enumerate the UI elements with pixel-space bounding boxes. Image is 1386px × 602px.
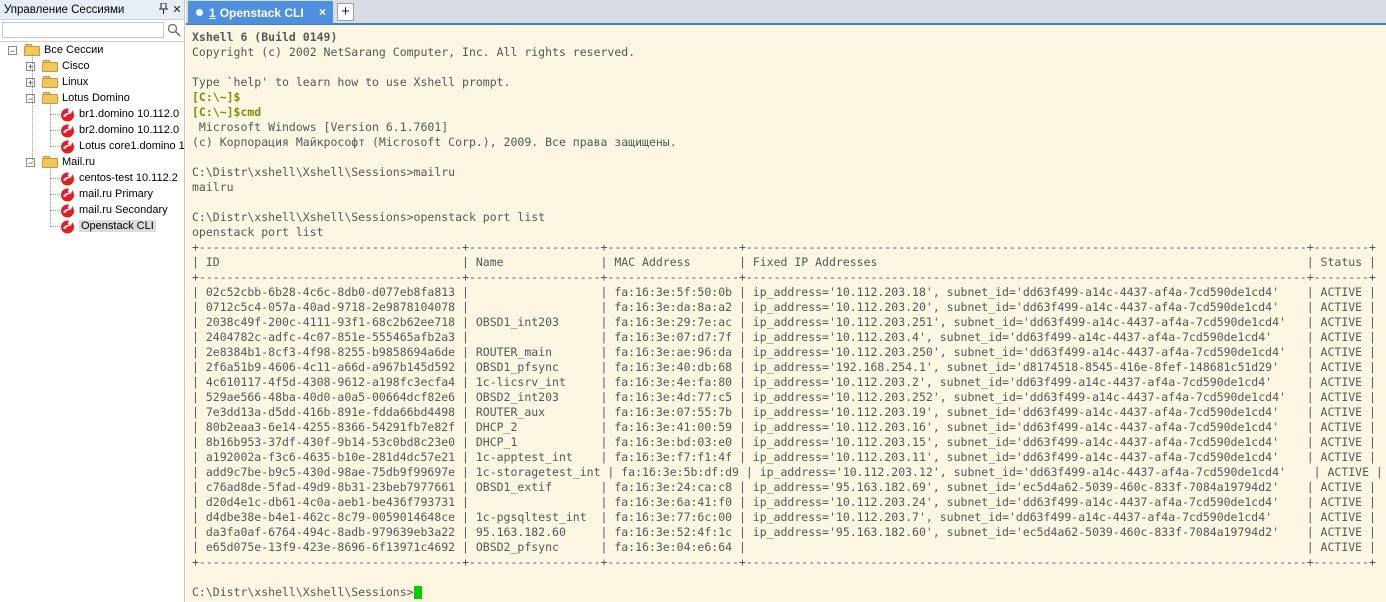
close-icon[interactable]: ✕ (170, 3, 184, 16)
terminal-line: | 4c610117-4f5d-4308-9612-a198fc3ecfa4 |… (192, 375, 1376, 389)
tree-item-label: Cisco (62, 60, 90, 72)
terminal-line: Xshell 6 (Build 0149) (192, 30, 338, 44)
tree-connector (50, 210, 60, 211)
folder-icon (42, 60, 58, 72)
session-icon (60, 171, 75, 186)
terminal-line: | 8b16b953-37df-430f-9b14-53c0bd8c23e0 |… (192, 435, 1376, 449)
session-icon (60, 187, 75, 202)
terminal-output[interactable]: Xshell 6 (Build 0149) Copyright (c) 2002 … (186, 25, 1386, 602)
session-icon (60, 107, 75, 122)
expand-icon[interactable]: + (26, 62, 35, 72)
tree-connector (50, 146, 60, 147)
terminal-line: | 2038c49f-200c-4111-93f1-68c2b62ee718 |… (192, 315, 1376, 329)
terminal-line: openstack port list (192, 225, 324, 239)
tree-session-lotus-core1-domino-1[interactable]: Lotus core1.domino 1 (60, 138, 185, 154)
connected-status-icon (196, 9, 203, 16)
session-icon (60, 139, 75, 154)
terminal-line: | 0712c5c4-057a-40ad-9718-2e9878104078 |… (192, 300, 1376, 314)
tree-connector (50, 194, 60, 195)
add-tab-button[interactable]: + (337, 3, 354, 21)
tree-folder-linux[interactable]: Linux (42, 74, 88, 90)
tree-item-label: Linux (62, 76, 89, 88)
session-icon (60, 203, 75, 218)
terminal-line: | 7e3dd13a-d5dd-416b-891e-fdda66bd4498 |… (192, 405, 1376, 419)
terminal-line: | d20d4e1c-db61-4c0a-aeb1-be436f793731 |… (192, 495, 1376, 509)
tab-label: Openstack CLI (219, 5, 304, 20)
tree-folder-cisco[interactable]: Cisco (42, 58, 90, 74)
session-search-input[interactable] (2, 22, 164, 38)
folder-icon (42, 76, 58, 88)
tree-item-label: br2.domino 10.112.0 (79, 124, 180, 136)
terminal-line: Copyright (c) 2002 NetSarang Computer, I… (192, 45, 636, 59)
terminal-line: | 2f6a51b9-4606-4c11-a66d-a967b145d592 |… (192, 360, 1376, 374)
collapse-icon[interactable]: − (8, 46, 17, 56)
terminal-line: Microsoft Windows [Version 6.1.7601] (192, 120, 449, 134)
terminal-line: | 2e8384b1-8cf3-4f98-8255-b9858694a6de |… (192, 345, 1376, 359)
terminal-line: | 80b2eaa3-6e14-4255-8366-54291fb7e82f |… (192, 420, 1376, 434)
tab-close-icon[interactable]: × (319, 5, 326, 19)
tree-connector (50, 114, 60, 115)
tree-item-label: centos-test 10.112.2 (79, 172, 178, 184)
terminal-line: | a192002a-f3c6-4635-b10e-281d4dc57e21 |… (192, 450, 1376, 464)
terminal-line: Type `help' to learn how to use Xshell p… (192, 75, 511, 89)
session-search (0, 20, 184, 42)
terminal-line: (c) Корпорация Майкрософт (Microsoft Cor… (192, 135, 677, 149)
terminal-line: | 529ae566-48ba-40d0-a0a5-00664dcf82e6 |… (192, 390, 1376, 404)
terminal-line: [C:\~]$ (192, 90, 241, 104)
search-icon[interactable] (167, 23, 181, 37)
pin-icon[interactable] (156, 2, 170, 17)
collapse-icon[interactable]: − (26, 94, 35, 104)
tree-session-mail-ru-primary[interactable]: mail.ru Primary (60, 186, 153, 202)
terminal-line: | 2404782c-adfc-4c07-851e-555465afb2a3 |… (192, 330, 1376, 344)
tree-item-label: Lotus Domino (62, 92, 130, 104)
terminal-line: C:\Distr\xshell\Xshell\Sessions>openstac… (192, 210, 546, 224)
session-icon (60, 219, 75, 234)
tree-session-openstack-cli[interactable]: Openstack CLI (60, 218, 156, 234)
tree-connector (50, 102, 51, 146)
tab-number: 1 (209, 5, 216, 20)
terminal-line: | da3fa0af-6764-494c-8adb-979639eb3a22 |… (192, 525, 1376, 539)
terminal-line: C:\Distr\xshell\Xshell\Sessions>mailru (192, 165, 456, 179)
tab-openstack-cli[interactable]: 1 Openstack CLI × (188, 1, 333, 24)
terminal-line: | d4dbe38e-b4e1-462c-8c79-0059014648ce |… (192, 510, 1376, 524)
session-icon (60, 123, 75, 138)
tree-connector (50, 226, 60, 227)
tree-connector (32, 54, 33, 162)
tree-connector (50, 130, 60, 131)
session-manager-panel: Управление Сессиями ✕ Все Сессии − Cisco + L… (0, 0, 185, 602)
terminal-line: | c76ad8de-5fad-49d9-8b31-23beb7977661 |… (192, 480, 1376, 494)
tree-item-label: br1.domino 10.112.0 (79, 108, 180, 120)
terminal-line: | 02c52cbb-6b28-4c6c-8db0-d077eb8fa813 |… (192, 285, 1376, 299)
tree-folder-lotus-domino[interactable]: Lotus Domino (42, 90, 130, 106)
tree-item-label: Mail.ru (62, 156, 96, 168)
terminal-line: [C:\~]$cmd (192, 105, 262, 119)
tab-bar: 1 Openstack CLI × + (186, 0, 1386, 25)
session-manager-title: Управление Сессиями (4, 3, 125, 16)
terminal-line: +--------------------------------------+… (192, 555, 1376, 569)
tree-session-br2-domino-10-112-0[interactable]: br2.domino 10.112.0 (60, 122, 179, 138)
tree-item-label: Все Сессии (44, 44, 104, 56)
tree-session-mail-ru-secondary[interactable]: mail.ru Secondary (60, 202, 168, 218)
terminal-line: +--------------------------------------+… (192, 270, 1376, 284)
expand-icon[interactable]: + (26, 78, 35, 88)
terminal-line: C:\Distr\xshell\Xshell\Sessions> (192, 585, 414, 599)
tree-item-label: mail.ru Secondary (79, 204, 168, 216)
tree-session-br1-domino-10-112-0[interactable]: br1.domino 10.112.0 (60, 106, 179, 122)
tree-item-label: mail.ru Primary (79, 188, 153, 200)
session-manager-header: Управление Сессиями ✕ (0, 0, 184, 20)
terminal-line: | ID | Name | MAC Address | Fixed IP Add… (192, 255, 1376, 269)
terminal-line: mailru (192, 180, 234, 194)
terminal-cursor (414, 586, 423, 599)
terminal-line: | add9c7be-b9c5-430d-98ae-75db9f99697e |… (192, 465, 1383, 479)
tree-root-all-sessions[interactable]: Все Сессии (24, 42, 103, 58)
tree-item-label: Lotus core1.domino 1 (79, 140, 185, 152)
tree-connector (50, 166, 51, 226)
collapse-icon[interactable]: − (26, 158, 35, 168)
tree-connector (50, 178, 60, 179)
terminal-line: | e65d075e-13f9-423e-8696-6f13971c4692 |… (192, 540, 1376, 554)
tree-item-label: Openstack CLI (79, 220, 156, 232)
tree-session-centos-test-10-112-2[interactable]: centos-test 10.112.2 (60, 170, 178, 186)
terminal-line: +--------------------------------------+… (192, 240, 1376, 254)
